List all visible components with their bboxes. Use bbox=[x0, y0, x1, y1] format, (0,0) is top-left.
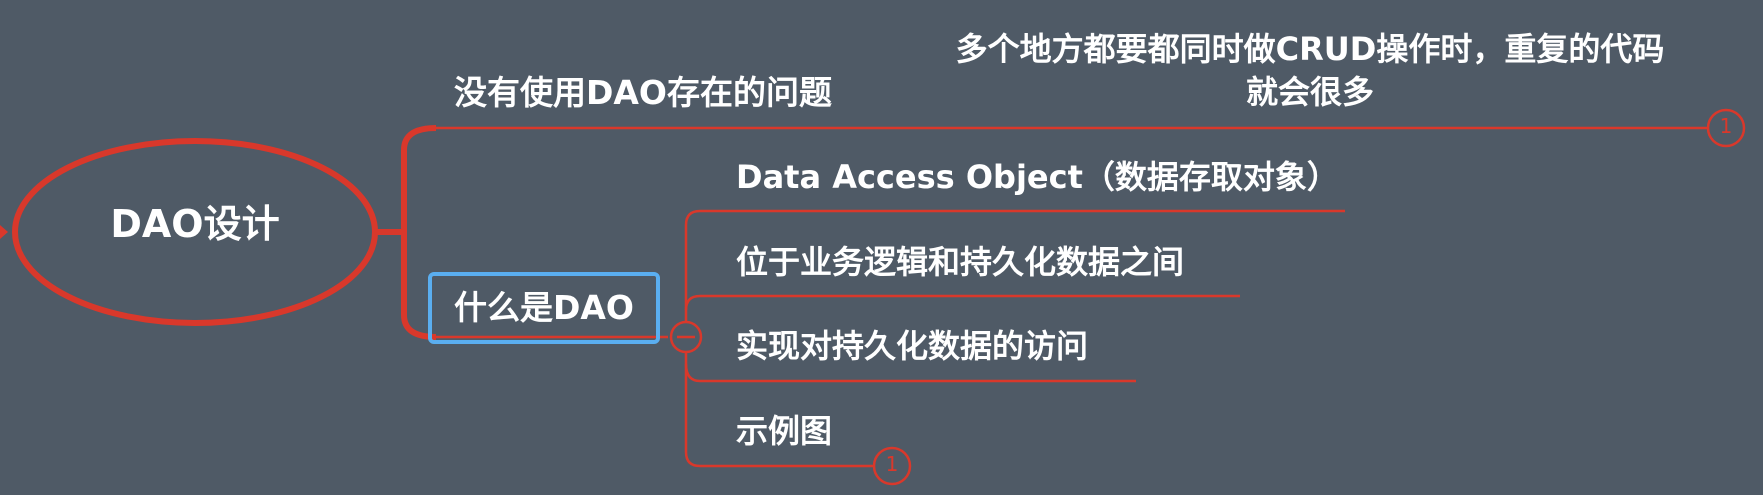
child-4-label[interactable]: 示例图 bbox=[736, 412, 832, 450]
branch-1-note: 多个地方都要都同时做CRUD操作时，重复的代码就会很多 bbox=[955, 30, 1665, 112]
branch-1-collapse-count: 1 bbox=[1719, 114, 1733, 138]
child-3-connector bbox=[684, 363, 1136, 383]
root-node-label: DAO设计 bbox=[110, 202, 280, 246]
root-inbound-connector bbox=[0, 225, 8, 239]
child-2-connector bbox=[684, 294, 1240, 311]
child-1-label[interactable]: Data Access Object（数据存取对象） bbox=[736, 158, 1339, 196]
mind-map-canvas: 1 1 DAO设计 没有使用DAO存在的问题 多个地方都要都同时做CRUD操作时… bbox=[0, 0, 1763, 495]
child-4-collapse-count: 1 bbox=[885, 452, 899, 476]
branch-1-label[interactable]: 没有使用DAO存在的问题 bbox=[454, 73, 832, 113]
branch-2-label[interactable]: 什么是DAO bbox=[428, 272, 660, 344]
child-3-label[interactable]: 实现对持久化数据的访问 bbox=[736, 327, 1088, 365]
child-2-label[interactable]: 位于业务逻辑和持久化数据之间 bbox=[736, 243, 1184, 281]
